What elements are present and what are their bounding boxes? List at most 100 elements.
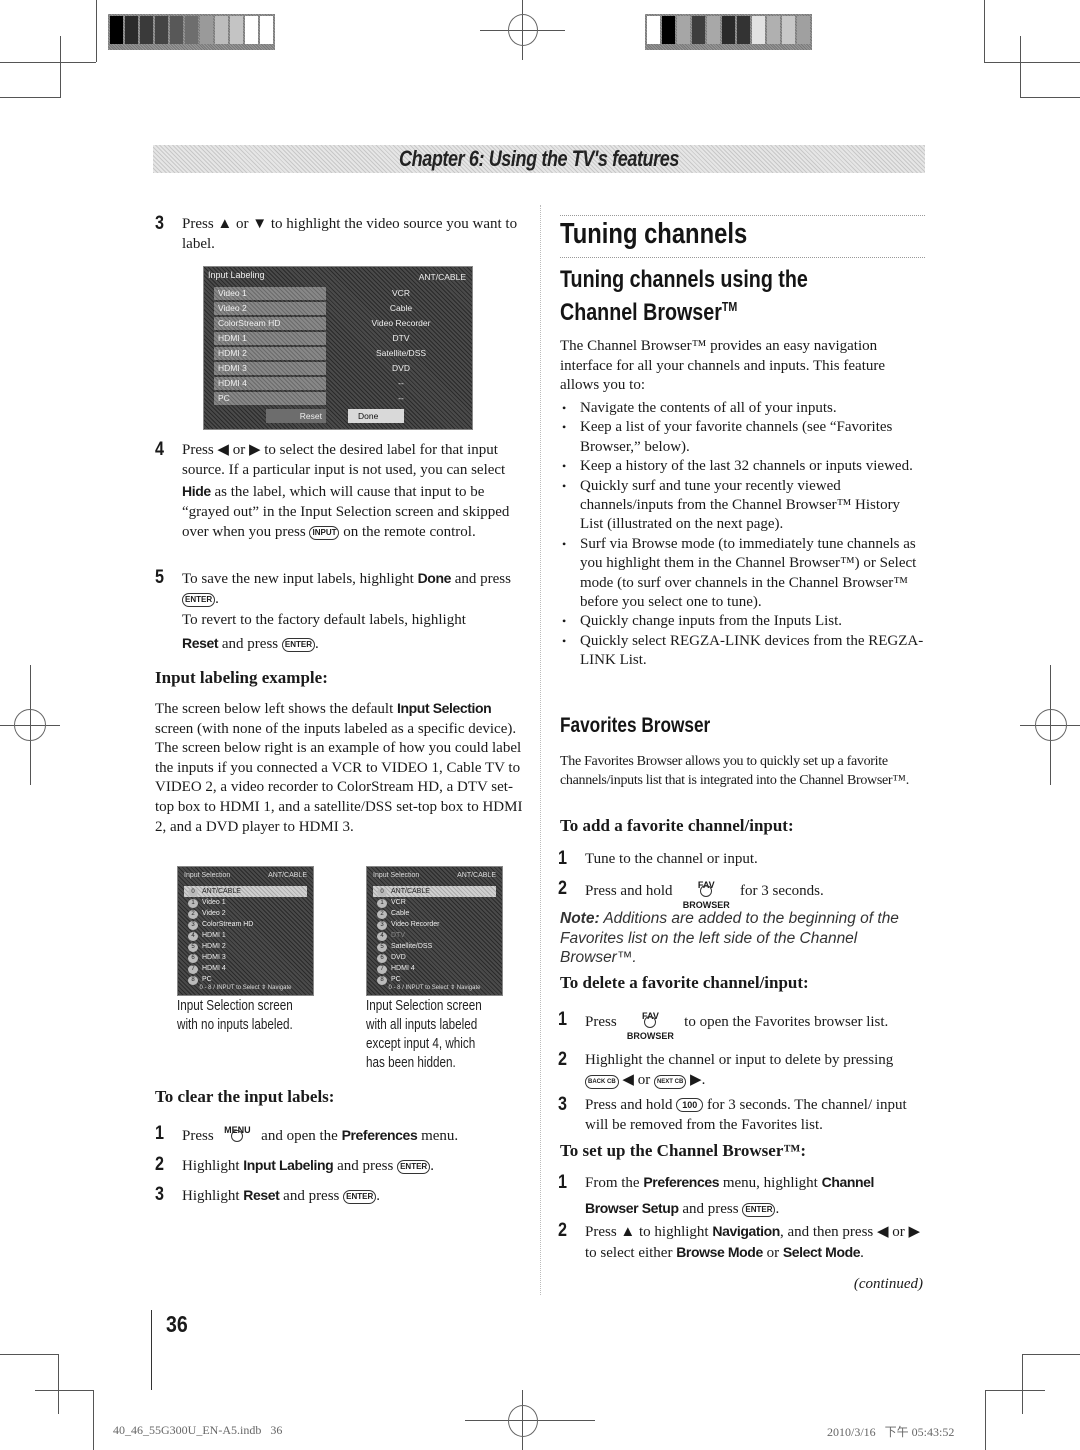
input-row[interactable]: 2 Cable xyxy=(377,908,409,919)
delete-step-2: 2 Highlight the channel or input to dele… xyxy=(558,1049,894,1090)
step-text: Press ◀ or ▶ to select the desired label… xyxy=(182,442,510,541)
input-row-label: HDMI 1 xyxy=(202,932,226,939)
input-name[interactable]: HDMI 1 xyxy=(214,332,326,345)
100-button-icon: 100 xyxy=(676,1098,704,1112)
input-number-badge: 6 xyxy=(377,954,387,963)
screen-title: Input Labeling xyxy=(208,270,265,280)
delete-step-1: 1 Press FAV BROWSER to open the Favorite… xyxy=(558,1009,889,1042)
input-number-badge: 2 xyxy=(377,910,387,919)
input-label-value[interactable]: DVD xyxy=(326,362,476,375)
input-name[interactable]: Video 2 xyxy=(214,302,326,315)
clear-heading: To clear the input labels: xyxy=(155,1087,335,1106)
add-step-2: 2 Press and hold FAV BROWSER for 3 secon… xyxy=(558,878,824,911)
input-row-label: DVD xyxy=(391,954,406,961)
step-number: 2 xyxy=(155,1154,164,1175)
input-row[interactable]: 2 Video 2 xyxy=(188,908,226,919)
input-row-label: ANT/CABLE xyxy=(202,888,241,895)
screen-source: ANT/CABLE xyxy=(418,272,466,282)
bullet-item: Quickly surf and tune your recently view… xyxy=(560,477,925,535)
input-row[interactable]: 4 DTV xyxy=(377,930,405,941)
input-label-value[interactable]: Cable xyxy=(326,302,476,315)
section-title: Tuning channels xyxy=(560,218,748,250)
input-name[interactable]: PC xyxy=(214,392,326,405)
color-swatch xyxy=(767,16,780,44)
color-swatch xyxy=(647,16,660,44)
reset-button[interactable]: Reset xyxy=(266,409,326,423)
input-row-label: ANT/CABLE xyxy=(391,888,430,895)
input-row-label: Video Recorder xyxy=(391,921,440,928)
input-label-value[interactable]: Video Recorder xyxy=(326,317,476,330)
input-label-value[interactable]: -- xyxy=(326,392,476,405)
color-swatch xyxy=(110,16,123,44)
input-row[interactable]: 0 ANT/CABLE xyxy=(377,886,430,897)
step-number: 3 xyxy=(155,213,164,234)
step-number: 1 xyxy=(155,1123,164,1144)
color-swatch xyxy=(200,16,213,44)
screen-footer: 0 - 8 / INPUT to Select ⇕ Navigate xyxy=(388,985,481,991)
color-swatch xyxy=(185,16,198,44)
step-3: 3 Press ▲ or ▼ to highlight the video so… xyxy=(155,213,525,255)
delete-heading: To delete a favorite channel/input: xyxy=(560,973,809,992)
input-label-value[interactable]: -- xyxy=(326,377,476,390)
input-row-label: HDMI 3 xyxy=(202,954,226,961)
screen-source: ANT/CABLE xyxy=(268,872,307,879)
input-label-value[interactable]: VCR xyxy=(326,287,476,300)
color-swatch xyxy=(260,16,273,44)
input-row-label: HDMI 2 xyxy=(202,943,226,950)
step-5: 5 To save the new input labels, highligh… xyxy=(155,567,525,656)
input-row[interactable]: 6 HDMI 3 xyxy=(188,952,226,963)
color-swatch xyxy=(797,16,810,44)
input-labeling-screen: Input Labeling ANT/CABLE Video 1 VCR Video… xyxy=(203,266,473,430)
input-selection-screen-labeled: Input Selection ANT/CABLE 0 ANT/CABLE 1 VCR… xyxy=(366,866,503,996)
step-number: 2 xyxy=(558,1049,567,1070)
color-swatch xyxy=(722,16,735,44)
bullet-item: Keep a history of the last 32 channels o… xyxy=(560,457,925,477)
input-name[interactable]: ColorStream HD xyxy=(214,317,326,330)
input-name[interactable]: HDMI 3 xyxy=(214,362,326,375)
color-bar-left xyxy=(108,14,275,50)
input-number-badge: 5 xyxy=(188,943,198,952)
step-text: To save the new input labels, highlight … xyxy=(182,570,511,652)
input-number-badge: 0 xyxy=(188,888,198,897)
input-number-badge: 7 xyxy=(188,965,198,974)
input-row[interactable]: 3 ColorStream HD xyxy=(188,919,253,930)
input-number-badge: 3 xyxy=(188,921,198,930)
input-row[interactable]: 5 Satellite/DSS xyxy=(377,941,432,952)
screen-title: Input Selection xyxy=(184,872,231,879)
input-row[interactable]: 0 ANT/CABLE xyxy=(188,886,241,897)
feature-list: Navigate the contents of all of your inp… xyxy=(560,399,925,671)
input-name[interactable]: HDMI 2 xyxy=(214,347,326,360)
color-bar-right xyxy=(645,14,812,50)
color-swatch xyxy=(692,16,705,44)
clear-step-1: 1 Press MENU and open the Preferences me… xyxy=(155,1123,459,1144)
done-button[interactable]: Done xyxy=(348,409,404,423)
input-row[interactable]: 1 Video 1 xyxy=(188,897,226,908)
input-name[interactable]: Video 1 xyxy=(214,287,326,300)
color-swatch xyxy=(215,16,228,44)
input-row-label: DTV xyxy=(391,932,405,939)
step-number: 2 xyxy=(558,1220,567,1241)
chapter-title: Chapter 6: Using the TV's features xyxy=(398,146,680,171)
screen-title: Input Selection xyxy=(373,872,420,879)
input-row[interactable]: 4 HDMI 1 xyxy=(188,930,226,941)
step-number: 3 xyxy=(558,1094,567,1115)
input-row[interactable]: 3 Video Recorder xyxy=(377,919,440,930)
input-row-label: Video 1 xyxy=(202,899,226,906)
input-row[interactable]: 7 HDMI 4 xyxy=(377,963,415,974)
step-number: 4 xyxy=(155,439,164,460)
input-name[interactable]: HDMI 4 xyxy=(214,377,326,390)
enter-button-icon: ENTER xyxy=(281,637,316,652)
color-swatch xyxy=(125,16,138,44)
input-row[interactable]: 1 VCR xyxy=(377,897,406,908)
input-row[interactable]: 5 HDMI 2 xyxy=(188,941,226,952)
input-number-badge: 4 xyxy=(377,932,387,941)
input-row[interactable]: 7 HDMI 4 xyxy=(188,963,226,974)
input-label-value[interactable]: Satellite/DSS xyxy=(326,347,476,360)
input-row[interactable]: 6 DVD xyxy=(377,952,406,963)
color-swatch xyxy=(662,16,675,44)
input-label-value[interactable]: DTV xyxy=(326,332,476,345)
bullet-item: Keep a list of your favorite channels (s… xyxy=(560,418,925,457)
input-button-icon: INPUT xyxy=(309,526,340,541)
input-row-label: HDMI 4 xyxy=(391,965,415,972)
next-cb-button-icon: NEXT CB xyxy=(653,1075,687,1090)
